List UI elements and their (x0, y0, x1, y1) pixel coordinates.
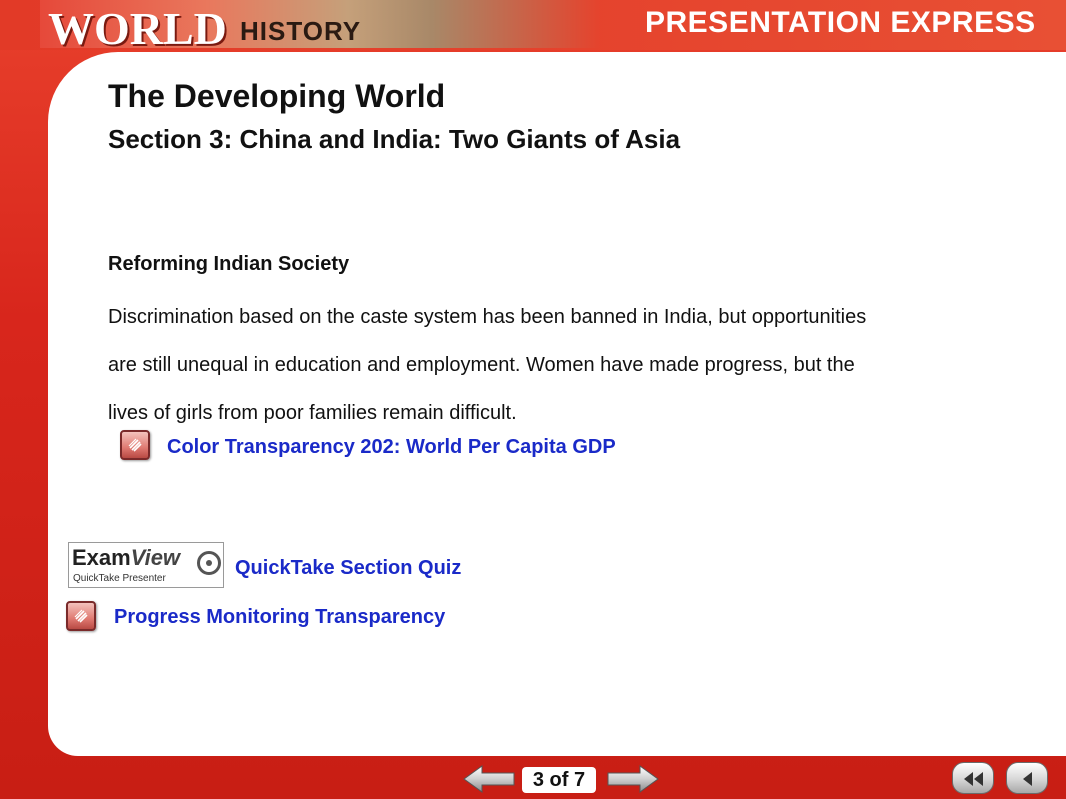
logo-world: WORLD (48, 3, 227, 54)
body-paragraph: Discrimination based on the caste system… (108, 293, 1008, 437)
examview-logo[interactable]: ExamView QuickTake Presenter (68, 542, 224, 588)
body-line: Discrimination based on the caste system… (108, 306, 867, 328)
page-indicator: 3 of 7 (532, 769, 586, 791)
examview-brand-exam: Exam (72, 545, 131, 570)
stopwatch-icon (197, 551, 221, 575)
header-banner: WORLD HISTORY PRESENTATION EXPRESS (0, 0, 1066, 54)
slide-subtitle: Section 3: China and India: Two Giants o… (108, 124, 681, 154)
presentation-express-title: PRESENTATION EXPRESS (645, 6, 1036, 39)
examview-subtitle: QuickTake Presenter (73, 573, 166, 584)
body-line: are still unequal in education and emplo… (108, 354, 855, 376)
section-heading: Reforming Indian Society (108, 253, 350, 275)
color-transparency-link[interactable]: Color Transparency 202: World Per Capita… (167, 436, 616, 459)
logo-history: HISTORY (240, 16, 362, 46)
body-line: lives of girls from poor families remain… (108, 402, 517, 424)
rewind-icon[interactable] (952, 762, 994, 794)
arrow-right-icon[interactable] (606, 764, 660, 794)
examview-brand-view: View (130, 545, 181, 570)
progress-monitoring-link[interactable]: Progress Monitoring Transparency (114, 606, 445, 629)
quicktake-quiz-link[interactable]: QuickTake Section Quiz (235, 557, 461, 580)
arrow-left-icon[interactable] (462, 764, 516, 794)
examview-brand: ExamView (72, 545, 180, 571)
slide-title: The Developing World (108, 78, 446, 114)
transparency-icon[interactable] (66, 601, 96, 631)
transparency-icon[interactable] (120, 430, 150, 460)
back-icon[interactable] (1006, 762, 1048, 794)
